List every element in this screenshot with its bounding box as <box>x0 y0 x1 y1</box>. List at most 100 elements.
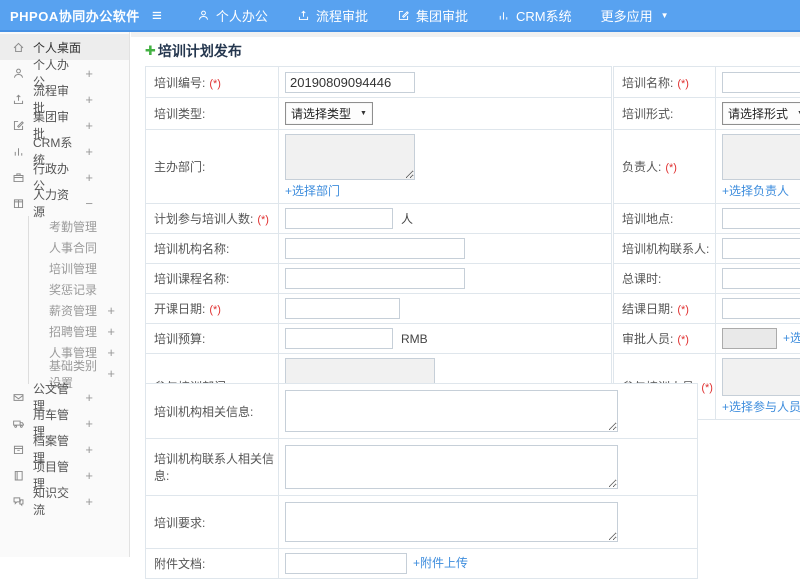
training-form-select[interactable]: 请选择形式▼ <box>722 102 800 125</box>
expand-toggle-icon[interactable]: + <box>85 92 93 107</box>
expand-toggle-icon[interactable]: + <box>107 366 115 381</box>
course-start-date-input[interactable] <box>285 298 400 319</box>
training-org-info-textarea[interactable] <box>285 390 618 432</box>
person-in-charge-link[interactable]: +选择负责人 <box>722 184 789 198</box>
sidebar-subitem-personnel-contract[interactable]: 人事合同 <box>29 237 129 258</box>
field-label: 主办部门: <box>154 160 205 174</box>
planned-participant-count-input[interactable] <box>285 208 393 229</box>
training-org-name-input[interactable] <box>285 238 465 259</box>
total-class-hours-input[interactable] <box>722 268 800 289</box>
sidebar-subitem-training-management[interactable]: 培训管理 <box>29 258 129 279</box>
home-icon <box>12 41 25 54</box>
form-row: 计划参与培训人数:(*)人 <box>146 204 612 234</box>
nav-personal-office[interactable]: 个人办公 <box>197 6 268 25</box>
field-label-cell: 培训类型: <box>146 98 279 130</box>
expand-toggle-icon[interactable]: + <box>85 494 93 509</box>
form-table-right: 培训名称:(*)培训形式:请选择形式▼负责人:(*)+选择负责人培训地点:培训机… <box>613 66 800 420</box>
expand-toggle-icon[interactable]: + <box>107 324 115 339</box>
approvers-link[interactable]: +选择审批人员 <box>783 331 800 345</box>
upload-icon <box>297 9 310 22</box>
expand-toggle-icon[interactable]: + <box>85 468 93 483</box>
course-end-date-input[interactable] <box>722 298 800 319</box>
expand-toggle-icon[interactable]: + <box>107 303 115 318</box>
attachment-input[interactable] <box>285 553 407 574</box>
host-department-picker[interactable] <box>285 134 415 180</box>
expand-toggle-icon[interactable]: + <box>85 416 93 431</box>
form-row: 培训机构名称: <box>146 234 612 264</box>
form-row: 负责人:(*)+选择负责人 <box>614 130 800 204</box>
participants-link[interactable]: +选择参与人员 <box>722 400 800 414</box>
field-control-cell: +选择审批人员 <box>716 324 800 354</box>
training-location-input[interactable] <box>722 208 800 229</box>
form-row: 审批人员:(*)+选择审批人员 <box>614 324 800 354</box>
field-control-cell: 人 <box>279 204 612 234</box>
chart-icon <box>497 9 510 22</box>
field-control-cell <box>279 439 698 496</box>
field-label-cell: 培训机构联系人相关信息: <box>146 439 279 496</box>
field-label-cell: 总课时: <box>614 264 716 294</box>
nav-crm-system[interactable]: CRM系统 <box>497 6 572 25</box>
form-row: 主办部门: +选择部门 <box>146 130 612 204</box>
app-logo: PHPOA协同办公软件 <box>10 6 152 25</box>
field-label-cell: 培训机构名称: <box>146 234 279 264</box>
sidebar-subitem-label: 招聘管理 <box>49 323 97 340</box>
training-org-contact-input[interactable] <box>722 238 800 259</box>
nav-workflow-approval[interactable]: 流程审批 <box>297 6 368 25</box>
expand-toggle-icon[interactable]: + <box>107 345 115 360</box>
training-name-input[interactable] <box>722 72 800 93</box>
form-row: 培训要求: <box>146 496 698 549</box>
training-org-contact-info-textarea[interactable] <box>285 445 618 489</box>
field-label: 培训机构名称: <box>154 242 229 256</box>
expand-toggle-icon[interactable]: + <box>85 442 93 457</box>
sidebar-submenu: 考勤管理人事合同培训管理奖惩记录薪资管理+招聘管理+人事管理+基础类别设置+ <box>28 216 129 384</box>
field-label-cell: 培训编号:(*) <box>146 67 279 98</box>
sidebar-subitem-label: 培训管理 <box>49 260 97 277</box>
sidebar-subitem-label: 奖惩记录 <box>49 281 97 298</box>
field-label-cell: 附件文档: <box>146 549 279 579</box>
hamburger-menu-icon[interactable] <box>152 7 162 24</box>
field-control-cell <box>716 234 800 264</box>
field-label-cell: 培训名称:(*) <box>614 67 716 98</box>
grid-icon <box>12 197 25 210</box>
edit-icon <box>397 9 410 22</box>
field-label: 培训机构相关信息: <box>154 405 253 419</box>
field-label: 培训机构联系人: <box>622 242 709 256</box>
sidebar-subitem-label: 人事合同 <box>49 239 97 256</box>
field-control-cell: 请选择类型▼ <box>279 98 612 130</box>
training-type-select[interactable]: 请选择类型▼ <box>285 102 373 125</box>
expand-toggle-icon[interactable]: + <box>85 390 93 405</box>
approvers-input[interactable] <box>722 328 777 349</box>
sidebar-item-human-resources[interactable]: 人力资源− <box>0 190 129 216</box>
participants-picker[interactable] <box>722 358 800 396</box>
field-label: 培训课程名称: <box>154 272 229 286</box>
training-requirements-textarea[interactable] <box>285 502 618 542</box>
expand-toggle-icon[interactable]: − <box>85 196 93 211</box>
sidebar-subitem-salary-management[interactable]: 薪资管理+ <box>29 300 129 321</box>
field-control-cell <box>279 264 612 294</box>
form-table-left: 培训编号:(*)培训类型: 请选择类型▼ 主办部门: +选择部门计划参与培训人数:(*… <box>145 66 612 420</box>
attachment-link[interactable]: +附件上传 <box>413 556 468 570</box>
training-course-name-input[interactable] <box>285 268 465 289</box>
training-budget-input[interactable] <box>285 328 393 349</box>
nav-label: 流程审批 <box>316 6 368 25</box>
required-mark: (*) <box>665 162 677 174</box>
expand-toggle-icon[interactable]: + <box>85 66 93 81</box>
sidebar-item-knowledge-exchange[interactable]: 知识交流+ <box>0 488 129 514</box>
sidebar-item-label: 知识交流 <box>33 484 77 518</box>
expand-toggle-icon[interactable]: + <box>85 170 93 185</box>
form-row: 培训类型: 请选择类型▼ <box>146 98 612 130</box>
field-label-cell: 结课日期:(*) <box>614 294 716 324</box>
training-number-input[interactable] <box>285 72 415 93</box>
expand-toggle-icon[interactable]: + <box>85 144 93 159</box>
nav-more-apps[interactable]: 更多应用▼ <box>601 6 669 25</box>
host-department-link[interactable]: +选择部门 <box>285 184 340 198</box>
nav-label: 更多应用 <box>601 6 653 25</box>
chart-icon <box>12 145 25 158</box>
nav-group-approval[interactable]: 集团审批 <box>397 6 468 25</box>
person-in-charge-picker[interactable] <box>722 134 800 180</box>
sidebar-subitem-reward-punishment-records[interactable]: 奖惩记录 <box>29 279 129 300</box>
sidebar-subitem-recruitment-management[interactable]: 招聘管理 + <box>29 321 129 342</box>
truck-icon <box>12 417 25 430</box>
expand-toggle-icon[interactable]: + <box>85 118 93 133</box>
form-row: 附件文档: +附件上传 <box>146 549 698 579</box>
